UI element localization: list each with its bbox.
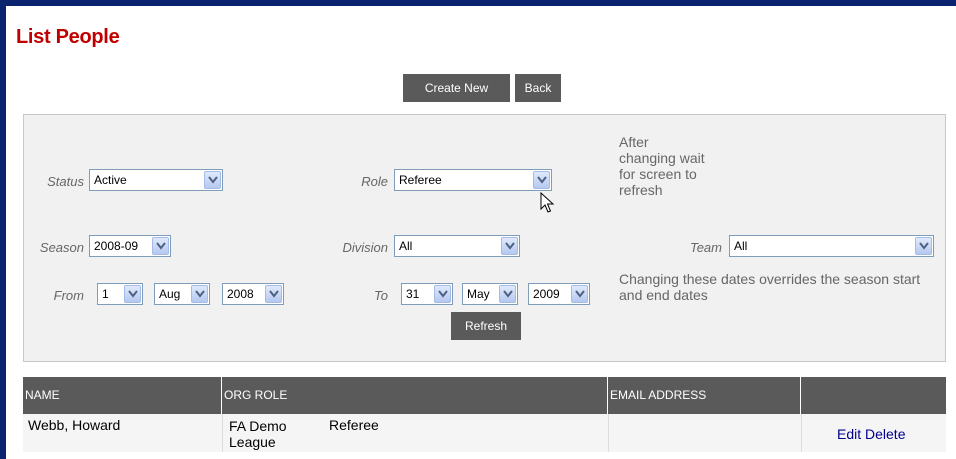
chevron-down-icon[interactable]: [533, 171, 550, 189]
chevron-down-icon[interactable]: [191, 285, 208, 303]
chevron-down-icon[interactable]: [204, 171, 221, 189]
from-label: From: [53, 288, 84, 303]
from-day-select[interactable]: 1: [97, 283, 143, 305]
column-divider: [222, 414, 223, 452]
chevron-down-icon[interactable]: [915, 237, 932, 255]
row-actions: Edit Delete: [837, 426, 905, 442]
create-new-button[interactable]: Create New: [403, 74, 510, 102]
chevron-down-icon[interactable]: [124, 285, 141, 303]
role-refresh-note: After changing wait for screen to refres…: [619, 134, 705, 198]
chevron-down-icon[interactable]: [501, 237, 518, 255]
team-label: Team: [689, 240, 722, 255]
from-day-value: 1: [102, 287, 109, 301]
season-label: Season: [39, 240, 84, 255]
season-value: 2008-09: [94, 239, 139, 253]
team-value: All: [734, 239, 748, 253]
chevron-down-icon[interactable]: [152, 237, 169, 255]
column-header-name: NAME: [23, 377, 222, 414]
table-header: NAME ORG ROLE EMAIL ADDRESS: [23, 377, 946, 414]
season-select[interactable]: 2008-09: [89, 235, 171, 257]
role-value: Referee: [399, 173, 442, 187]
to-month-select[interactable]: May: [462, 283, 518, 305]
to-year-value: 2009: [533, 287, 560, 301]
status-label: Status: [47, 174, 84, 189]
to-month-value: May: [467, 287, 490, 301]
column-header-email: EMAIL ADDRESS: [608, 377, 801, 414]
back-button[interactable]: Back: [515, 74, 561, 102]
mouse-cursor-icon: [540, 191, 555, 219]
chevron-down-icon[interactable]: [265, 285, 282, 303]
from-year-select[interactable]: 2008: [222, 283, 284, 305]
page-title: List People: [16, 26, 120, 48]
to-year-select[interactable]: 2009: [528, 283, 590, 305]
role-select[interactable]: Referee: [394, 169, 552, 191]
to-day-select[interactable]: 31: [401, 283, 453, 305]
status-select[interactable]: Active: [89, 169, 223, 191]
table-row: [23, 414, 946, 452]
to-day-value: 31: [406, 287, 420, 301]
column-header-org-role: ORG ROLE: [222, 377, 608, 414]
column-header-actions: [801, 377, 946, 414]
dates-override-note: Changing these dates overrides the seaso…: [619, 271, 921, 303]
division-label: Division: [342, 240, 388, 255]
person-name: Webb, Howard: [28, 417, 121, 433]
division-value: All: [399, 239, 413, 253]
from-month-select[interactable]: Aug: [154, 283, 210, 305]
refresh-button[interactable]: Refresh: [451, 312, 521, 340]
team-select[interactable]: All: [729, 235, 934, 257]
edit-link[interactable]: Edit: [837, 426, 861, 442]
division-select[interactable]: All: [394, 235, 520, 257]
delete-link[interactable]: Delete: [865, 426, 905, 442]
status-value: Active: [94, 173, 127, 187]
to-label: To: [374, 288, 388, 303]
from-month-value: Aug: [159, 287, 181, 301]
from-year-value: 2008: [227, 287, 254, 301]
person-org: FA Demo League: [229, 418, 287, 450]
role-label: Role: [361, 174, 388, 189]
column-divider: [608, 414, 609, 452]
person-role: Referee: [329, 417, 379, 433]
chevron-down-icon[interactable]: [499, 285, 516, 303]
column-divider: [801, 414, 802, 452]
window-top-border: [0, 0, 956, 6]
chevron-down-icon[interactable]: [434, 285, 451, 303]
chevron-down-icon[interactable]: [571, 285, 588, 303]
window-left-border: [0, 0, 6, 459]
